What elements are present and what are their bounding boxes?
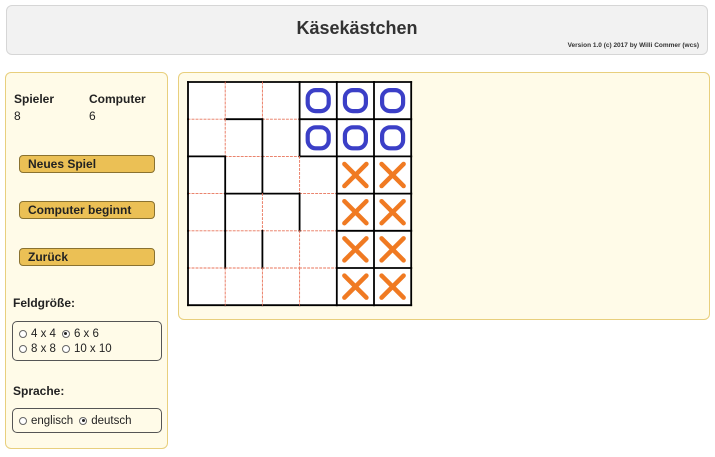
computer-score-label: Computer xyxy=(89,92,146,106)
board-cell[interactable] xyxy=(262,82,300,120)
board-cell[interactable] xyxy=(225,268,263,306)
player-score-value: 8 xyxy=(14,109,21,123)
computer-score: Computer 6 xyxy=(89,92,146,123)
field-size-8x8-radio[interactable]: 8 x 8 xyxy=(19,343,56,355)
board-cell[interactable] xyxy=(374,119,412,157)
board-cell[interactable] xyxy=(262,156,300,194)
app-title: Käsekästchen xyxy=(296,18,418,38)
sidebar-panel: Spieler 8 Computer 6 Neues Spiel Compute… xyxy=(5,72,168,449)
board-cell[interactable] xyxy=(225,193,263,231)
board-cell[interactable] xyxy=(225,119,263,157)
radio-selected-icon xyxy=(61,329,70,338)
field-size-label: Feldgröße: xyxy=(13,296,75,310)
player-score-label: Spieler xyxy=(14,92,55,106)
board-cell[interactable] xyxy=(299,156,337,194)
field-size-6x6-radio[interactable]: 6 x 6 xyxy=(61,328,99,340)
radio-selected-icon xyxy=(79,416,88,425)
computer-score-value: 6 xyxy=(89,109,96,123)
board-cell[interactable] xyxy=(225,230,263,268)
language-english-radio[interactable]: englisch xyxy=(19,415,73,427)
board-cell[interactable] xyxy=(188,230,226,268)
field-size-10x10-radio[interactable]: 10 x 10 xyxy=(61,343,112,355)
board-cell[interactable] xyxy=(262,268,300,306)
radio-unselected-icon xyxy=(19,344,27,353)
player-score: Spieler 8 xyxy=(14,92,54,123)
board-cell[interactable] xyxy=(188,119,226,157)
language-label: Sprache: xyxy=(13,384,65,398)
back-button[interactable]: Zurück xyxy=(19,248,155,266)
board-cell[interactable] xyxy=(188,156,226,194)
board-cell[interactable] xyxy=(299,82,337,120)
board-cell[interactable] xyxy=(262,230,300,268)
field-size-group: 4 x 4 6 x 6 8 x 8 10 x 10 xyxy=(12,321,162,361)
board-cell[interactable] xyxy=(225,82,263,120)
board-cell[interactable] xyxy=(374,82,412,120)
header-bar: Käsekästchen Version 1.0 (c) 2017 by Wil… xyxy=(6,5,708,55)
board-cell[interactable] xyxy=(262,193,300,231)
board-cell[interactable] xyxy=(188,268,226,306)
computer-starts-button[interactable]: Computer beginnt xyxy=(19,201,155,219)
board-cell[interactable] xyxy=(299,193,337,231)
board-cell[interactable] xyxy=(299,119,337,157)
radio-unselected-icon xyxy=(61,344,70,353)
board-cell[interactable] xyxy=(299,230,337,268)
board-cell[interactable] xyxy=(299,268,337,306)
radio-unselected-icon xyxy=(19,416,27,425)
radio-unselected-icon xyxy=(19,329,27,338)
version-text: Version 1.0 (c) 2017 by Willi Commer (wc… xyxy=(567,42,699,49)
board-cell[interactable] xyxy=(262,119,300,157)
field-size-4x4-radio[interactable]: 4 x 4 xyxy=(19,328,56,340)
language-german-radio[interactable]: deutsch xyxy=(79,415,131,427)
board-cell[interactable] xyxy=(225,156,263,194)
board-cell[interactable] xyxy=(336,82,374,120)
board-cell[interactable] xyxy=(336,119,374,157)
board-cell[interactable] xyxy=(188,82,226,120)
language-group: englisch deutsch xyxy=(12,408,162,433)
new-game-button[interactable]: Neues Spiel xyxy=(19,155,155,173)
board-cell[interactable] xyxy=(188,193,226,231)
game-board[interactable] xyxy=(186,80,414,308)
